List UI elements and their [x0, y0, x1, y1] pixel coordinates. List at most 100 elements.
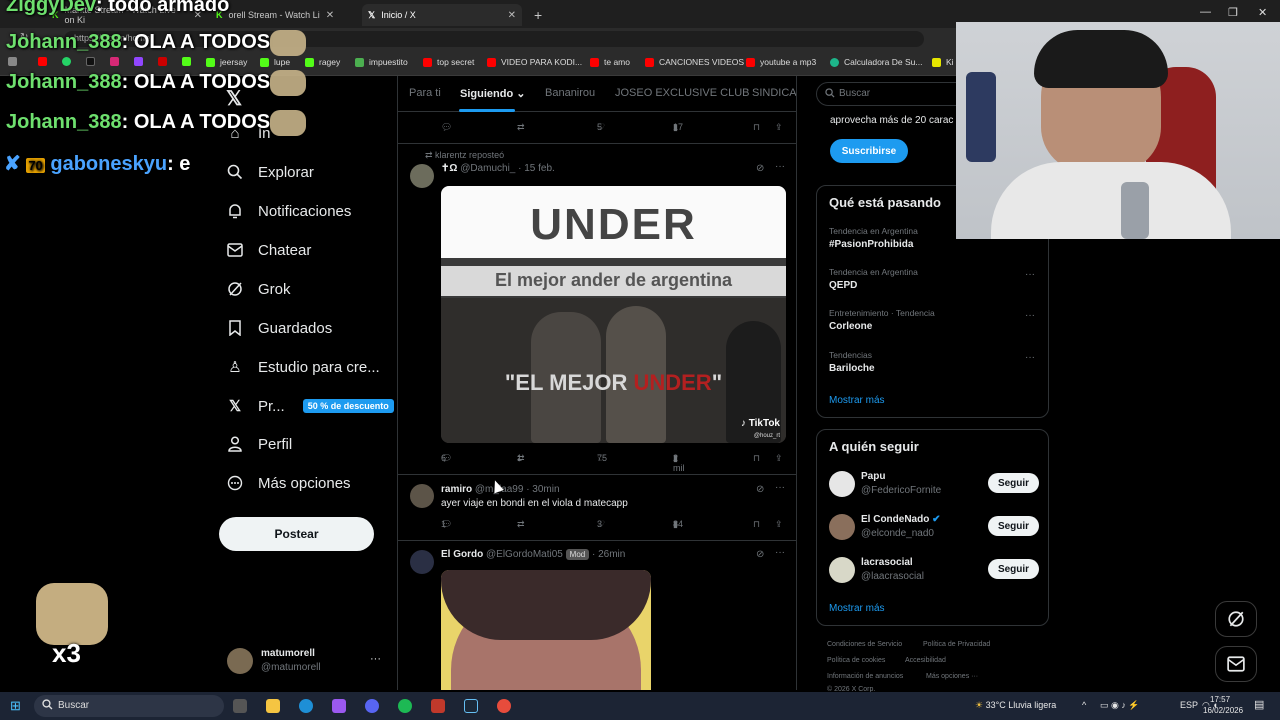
clock-time[interactable]: 17:57 [1210, 695, 1230, 704]
bookmark-lupe[interactable]: lupe [260, 57, 290, 67]
chevron-up-icon[interactable]: ^ [1082, 700, 1086, 710]
task-view-icon[interactable] [233, 699, 247, 713]
follow-button[interactable]: Seguir [988, 473, 1039, 493]
bookmark-icon[interactable]: ⊓ [753, 519, 760, 530]
bookmark-jeersay[interactable]: jeersay [206, 57, 247, 67]
nav-premium[interactable]: 𝕏 Pr... 50 % de descuento [226, 397, 394, 415]
footer-link[interactable]: Accesibilidad [905, 657, 946, 664]
whatsapp-bookmark-icon[interactable] [62, 57, 71, 66]
tray-icons[interactable]: ▭ ◉ ♪ ⚡ [1100, 700, 1140, 711]
bookmark-icon-2[interactable] [158, 57, 167, 66]
repost-icon[interactable]: ⇄ [517, 122, 525, 133]
follow-name[interactable]: lacrasocial [861, 557, 913, 568]
trend-name[interactable]: #PasionProhibida [829, 239, 913, 250]
avatar[interactable] [829, 557, 855, 583]
close-tab-icon[interactable]: ✕ [508, 10, 516, 21]
footer-link[interactable]: Información de anuncios [827, 673, 903, 680]
trend-name[interactable]: Corleone [829, 321, 872, 332]
messages-fab-button[interactable] [1215, 646, 1257, 682]
bookmark-calculadora[interactable]: Calculadora De Su... [830, 57, 922, 67]
avatar[interactable] [410, 164, 434, 188]
grok-icon[interactable]: ⊘ [756, 484, 764, 495]
tab-for-you[interactable]: Para ti [409, 87, 441, 99]
bookmark-video-kodi[interactable]: VIDEO PARA KODI... [487, 57, 582, 67]
instagram-bookmark-icon[interactable] [110, 57, 119, 66]
trend-name[interactable]: Bariloche [829, 363, 875, 374]
nav-explore[interactable]: Explorar [226, 163, 314, 181]
minimize-icon[interactable]: — [1200, 6, 1211, 18]
bookmark-te-amo[interactable]: te amo [590, 57, 630, 67]
share-icon[interactable]: ⇪ [775, 122, 783, 133]
bookmark-icon[interactable]: ⊓ [753, 122, 760, 133]
more-icon[interactable]: ··· [775, 161, 785, 172]
reply-icon[interactable]: 💬︎ [441, 122, 452, 133]
app-icon[interactable] [431, 699, 445, 713]
nav-creator-studio[interactable]: ♙ Estudio para cre... [226, 358, 379, 377]
twitch-bookmark-icon[interactable] [134, 57, 143, 66]
nav-more-options[interactable]: Más opciones [226, 474, 351, 492]
follow-button[interactable]: Seguir [988, 559, 1039, 579]
grok-fab-button[interactable] [1215, 601, 1257, 637]
tweet-image[interactable] [441, 570, 651, 690]
tab-joseo-exclusive-club[interactable]: JOSEO EXCLUSIVE CLUB [615, 87, 750, 99]
nav-chat[interactable]: Chatear [226, 241, 311, 259]
windows-start-icon[interactable]: ⊞ [10, 698, 21, 714]
share-icon[interactable]: ⇪ [775, 453, 783, 464]
footer-link[interactable]: Más opciones ··· [926, 673, 978, 680]
language-indicator[interactable]: ESP [1180, 700, 1198, 710]
new-tab-button[interactable]: + [528, 4, 548, 26]
browser-tab-x[interactable]: 𝕏 Inicio / X ✕ [362, 4, 522, 26]
window-close-icon[interactable]: ✕ [1258, 6, 1267, 19]
show-more-link[interactable]: Mostrar más [829, 603, 885, 614]
discord-icon[interactable] [365, 699, 379, 713]
account-switcher[interactable]: matumorell @matumorell ··· [227, 647, 387, 675]
x-bookmark-icon[interactable] [86, 57, 95, 66]
footer-link[interactable]: Política de Privacidad [923, 641, 990, 648]
bookmark-icon[interactable]: ⊓ [753, 453, 760, 464]
follow-name[interactable]: Papu [861, 471, 885, 482]
more-icon[interactable]: ··· [370, 653, 381, 665]
bookmark-youtube-mp3[interactable]: youtube a mp3 [746, 57, 816, 67]
tweet-video[interactable]: UNDER El mejor ander de argentina "EL ME… [441, 186, 786, 443]
bookmark-ki[interactable]: Ki [932, 57, 954, 67]
restore-icon[interactable]: ❐ [1228, 6, 1238, 19]
tab-following[interactable]: Siguiendo ⌄ [460, 87, 525, 100]
notification-icon[interactable]: ▤ [1254, 698, 1264, 711]
file-explorer-icon[interactable] [266, 699, 280, 713]
youtube-bookmark-icon[interactable] [38, 57, 47, 66]
nav-bookmarks[interactable]: Guardados [226, 319, 332, 337]
follow-button[interactable]: Seguir [988, 516, 1039, 536]
tab-bananirou[interactable]: Bananirou [545, 87, 595, 99]
kick-bookmark-icon[interactable] [182, 57, 191, 66]
avatar[interactable] [410, 484, 434, 508]
follow-name[interactable]: El CondeNado ✔ [861, 514, 941, 525]
more-icon[interactable]: ··· [1025, 352, 1035, 363]
share-icon[interactable]: ⇪ [775, 519, 783, 530]
avatar[interactable] [829, 514, 855, 540]
spotify-icon[interactable] [398, 699, 412, 713]
avatar[interactable] [829, 471, 855, 497]
grok-icon[interactable]: ⊘ [756, 163, 764, 174]
taskbar-search[interactable]: Buscar [34, 695, 224, 717]
canva-icon[interactable] [332, 699, 346, 713]
more-icon[interactable]: ··· [1025, 269, 1035, 280]
obs-icon[interactable] [497, 699, 511, 713]
trend-name[interactable]: QEPD [829, 280, 857, 291]
bookmark-icon-1[interactable] [8, 57, 17, 66]
bookmark-impuestito[interactable]: impuestito [355, 57, 408, 67]
avatar[interactable] [410, 550, 434, 574]
browser-tab-kick-2[interactable]: K orell Stream - Watch Li ✕ [210, 4, 360, 26]
clock-date[interactable]: 16/02/2026 [1203, 706, 1243, 715]
more-icon[interactable]: ··· [775, 482, 785, 493]
bookmark-top-secret[interactable]: top secret [423, 57, 474, 67]
more-icon[interactable]: ··· [1025, 310, 1035, 321]
bookmark-ragey[interactable]: ragey [305, 57, 340, 67]
weather-widget[interactable]: ☀ 33°C Lluvia ligera [975, 700, 1056, 711]
tab-sindicat[interactable]: SINDICAT [752, 87, 796, 99]
grok-icon[interactable]: ⊘ [756, 549, 764, 560]
nav-profile[interactable]: Perfil [226, 435, 292, 453]
footer-link[interactable]: Condiciones de Servicio [827, 641, 902, 648]
subscribe-button[interactable]: Suscribirse [830, 139, 908, 163]
close-tab-icon[interactable]: ✕ [326, 10, 334, 21]
edge-icon[interactable] [299, 699, 313, 713]
